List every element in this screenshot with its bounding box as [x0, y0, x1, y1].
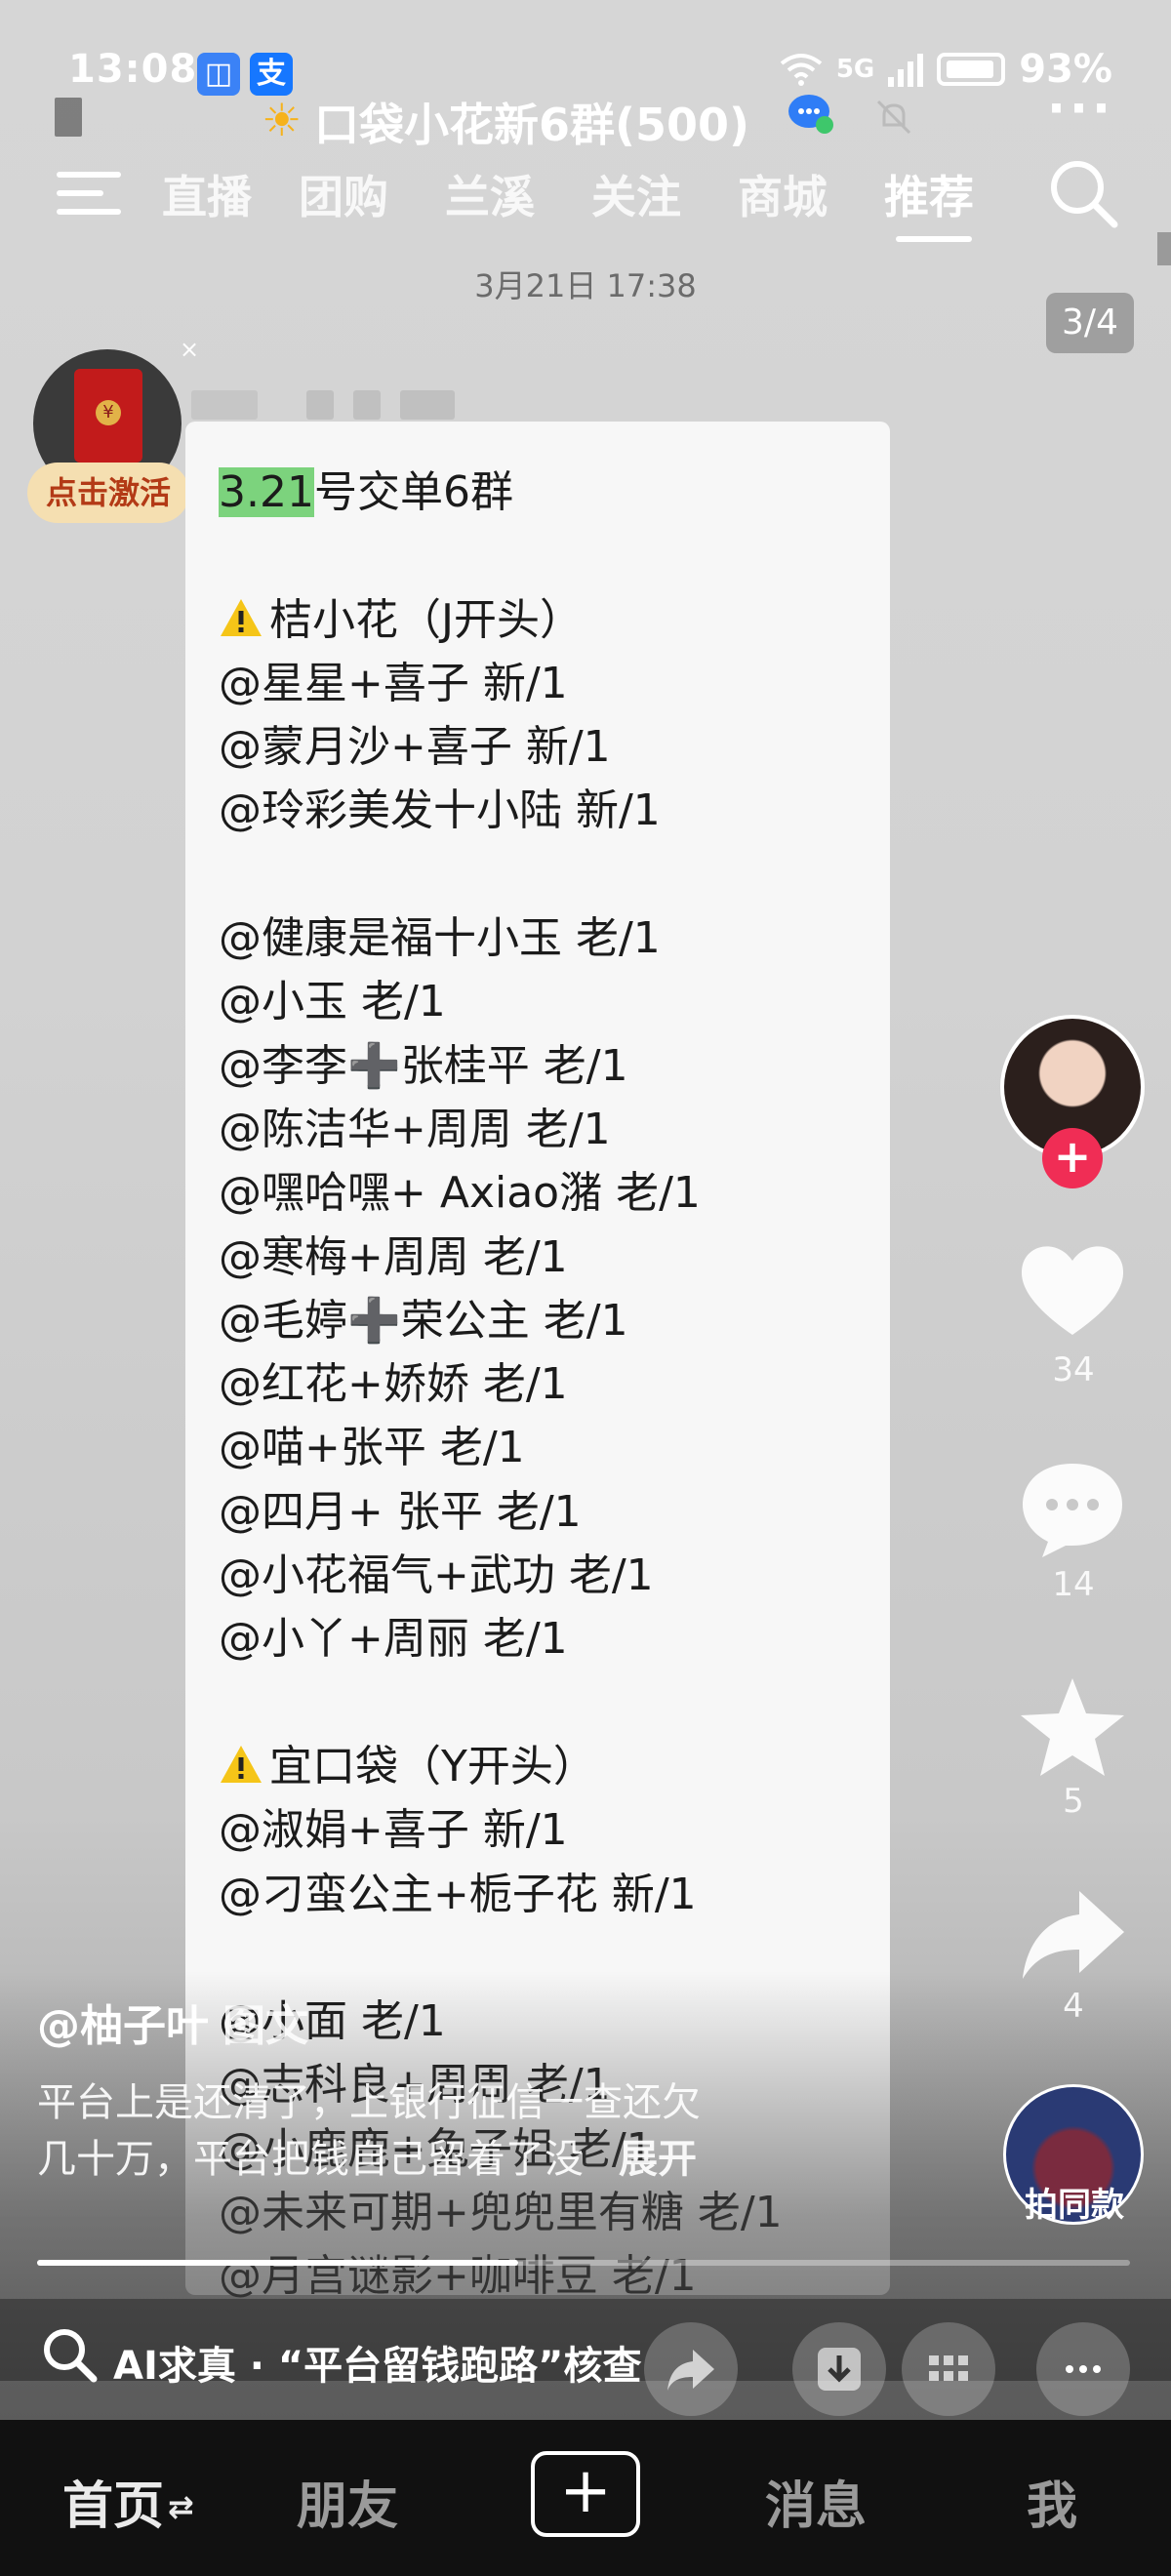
- post-caption[interactable]: 平台上是还清了，上银行征信一查还欠 几十万，平台把钱自己留着了没 展开: [37, 2074, 857, 2188]
- comment-icon[interactable]: [1015, 1456, 1130, 1563]
- warning-icon: [221, 1745, 262, 1783]
- message-line: [219, 843, 870, 906]
- message-line: @喵+张平 老/1: [219, 1423, 525, 1473]
- more-options-icon[interactable]: ···: [1047, 80, 1114, 137]
- signal-icon: [888, 52, 924, 87]
- expand-caption-button[interactable]: 展开: [619, 2137, 697, 2182]
- battery-icon: [937, 53, 1006, 86]
- active-tab-indicator: [896, 236, 972, 242]
- tab-following[interactable]: 关注: [591, 162, 681, 226]
- nav-me[interactable]: 我: [1027, 2465, 1077, 2538]
- message-line: @李李➕张桂平 老/1: [219, 1040, 628, 1091]
- grid-button[interactable]: [902, 2322, 995, 2416]
- post-author[interactable]: @柚子叶 图文: [37, 1991, 308, 2053]
- favorite-count: 5: [1063, 1782, 1084, 1821]
- search-icon[interactable]: [1046, 156, 1120, 230]
- bottom-navigation: 首页 ⇄ 朋友 + 消息 我: [0, 2420, 1171, 2576]
- message-line: @毛婷➕荣公主 老/1: [219, 1295, 628, 1346]
- message-line: @小花福气+武功 老/1: [219, 1550, 654, 1601]
- image-page-indicator: 3/4: [1046, 293, 1134, 353]
- message-line: 宜口袋（Y开头）: [219, 1735, 870, 1798]
- post-type-tag: 图文: [222, 2001, 308, 2051]
- more-actions-button[interactable]: [1036, 2322, 1130, 2416]
- message-line: @淑娟+喜子 新/1: [219, 1805, 568, 1856]
- share-button[interactable]: [644, 2322, 738, 2416]
- caption-line-2: 几十万，平台把钱自己留着了没: [37, 2137, 584, 2182]
- follow-button[interactable]: +: [1042, 1128, 1103, 1188]
- nav-home[interactable]: 首页 ⇄: [62, 2465, 194, 2538]
- message-line: @小玉 老/1: [219, 977, 446, 1027]
- like-count: 34: [1052, 1350, 1095, 1389]
- message-line: @蒙月沙+喜子 新/1: [219, 722, 611, 773]
- warning-icon: [221, 598, 262, 636]
- message-line: @星星+喜子 新/1: [219, 658, 568, 708]
- author-name[interactable]: @柚子叶: [37, 2001, 209, 2051]
- nav-messages[interactable]: 消息: [765, 2465, 867, 2538]
- sender-name-redacted: [191, 390, 455, 425]
- share-count: 4: [1063, 1987, 1084, 2026]
- download-button[interactable]: [792, 2322, 886, 2416]
- close-icon[interactable]: ×: [180, 336, 199, 363]
- forward-icon: [667, 2350, 714, 2391]
- feed-tabs: 直播 团购 兰溪 关注 商城 推荐: [0, 156, 1171, 242]
- message-timestamp: 3月21日 17:38: [474, 267, 697, 304]
- tab-group-buy[interactable]: 团购: [299, 162, 388, 226]
- activate-red-packet-button[interactable]: 点击激活: [27, 463, 189, 523]
- tab-local[interactable]: 兰溪: [445, 162, 535, 226]
- message-line: [219, 524, 870, 587]
- network-type: 5G: [835, 55, 875, 84]
- message-line: 桔小花（J开头）: [219, 588, 870, 652]
- mute-bell-icon: [876, 100, 911, 135]
- message-line: @寒梅+周周 老/1: [219, 1231, 568, 1282]
- scrollbar-thumb: [1157, 232, 1171, 265]
- wifi-icon: [780, 54, 823, 86]
- more-icon: [1066, 2365, 1101, 2373]
- progress-fill: [37, 2260, 518, 2266]
- message-line: [219, 1671, 870, 1735]
- ai-search-icon: [44, 2329, 98, 2383]
- download-icon: [818, 2348, 861, 2391]
- status-time: 13:08: [68, 47, 198, 92]
- caption-line-1: 平台上是还清了，上银行征信一查还欠: [37, 2080, 701, 2125]
- group-chat-icon: [788, 95, 833, 134]
- favorite-star-icon[interactable]: [1015, 1674, 1130, 1782]
- message-line: @小丫+周丽 老/1: [219, 1614, 568, 1665]
- tab-mall[interactable]: 商城: [738, 162, 828, 226]
- ai-fact-check-text[interactable]: AI求真 · “平台留钱跑路”核查: [113, 2334, 641, 2391]
- grid-icon: [929, 2355, 968, 2381]
- tab-recommend[interactable]: 推荐: [884, 162, 974, 226]
- chat-title: 口袋小花新6群(500): [314, 99, 750, 151]
- switch-icon: ⇄: [168, 2488, 194, 2525]
- share-icon[interactable]: [1015, 1883, 1130, 1991]
- comment-count: 14: [1052, 1565, 1095, 1604]
- message-line: @陈洁华+周周 老/1: [219, 1104, 611, 1154]
- remix-label[interactable]: 拍同款: [991, 2178, 1157, 2226]
- message-line: @刁蛮公主+栀子花 新/1: [219, 1869, 697, 1919]
- message-line: @健康是福十小玉 老/1: [219, 913, 661, 964]
- chat-title-bar: ☀ 口袋小花新6群(500) ···: [0, 80, 1171, 151]
- video-feed-screen: 13:08 ◫ 支 5G 93% ☀ 口袋小花新6群(500) ··· 直播 团…: [0, 0, 1171, 2420]
- message-line: @嘿哈嘿+ Axiao潴 老/1: [219, 1168, 701, 1219]
- nav-home-label: 首页: [62, 2477, 165, 2536]
- image-progress-bar[interactable]: [37, 2260, 1130, 2266]
- message-line: @红花+娇娇 老/1: [219, 1359, 568, 1410]
- ai-fact-check-bar[interactable]: AI求真 · “平台留钱跑路”核查: [0, 2299, 1171, 2420]
- back-icon[interactable]: [55, 98, 82, 137]
- red-envelope-icon: [74, 369, 142, 463]
- message-line: @玲彩美发十小陆 新/1: [219, 785, 661, 836]
- nav-friends[interactable]: 朋友: [297, 2465, 398, 2538]
- like-heart-icon[interactable]: [1015, 1237, 1130, 1345]
- create-post-button[interactable]: +: [531, 2451, 640, 2537]
- message-line: 3.21号交单6群: [219, 467, 513, 517]
- message-line: @四月+ 张平 老/1: [219, 1486, 582, 1537]
- tab-live[interactable]: 直播: [162, 162, 252, 226]
- menu-icon[interactable]: [57, 166, 121, 221]
- sun-icon: ☀: [262, 94, 303, 146]
